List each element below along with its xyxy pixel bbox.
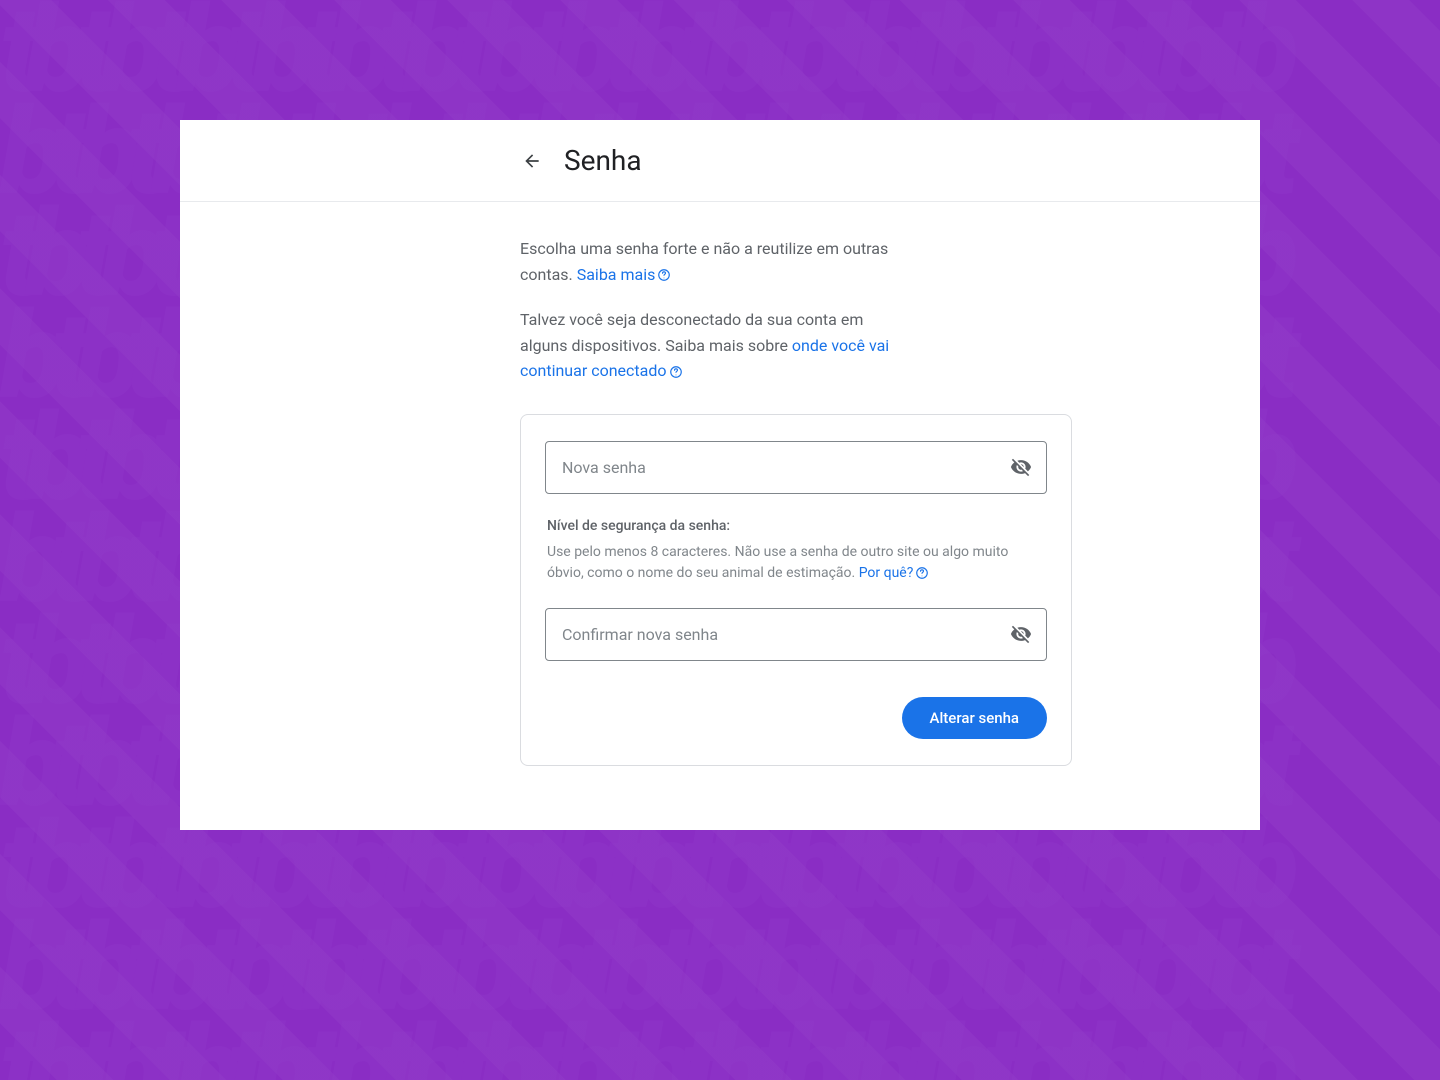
description-line-2: Talvez você seja desconectado da sua con… [520,307,890,384]
description-text-1: Escolha uma senha forte e não a reutiliz… [520,239,888,284]
button-row: Alterar senha [545,697,1047,739]
eye-off-icon [1010,456,1032,478]
change-password-button[interactable]: Alterar senha [902,697,1047,739]
new-password-wrapper [545,441,1047,494]
password-settings-panel: Senha Escolha uma senha forte e não a re… [180,120,1260,830]
confirm-password-wrapper [545,608,1047,661]
toggle-confirm-password-visibility[interactable] [1009,622,1033,646]
back-button[interactable] [520,149,544,173]
learn-more-link[interactable]: Saiba mais [577,265,672,284]
help-icon [657,268,671,282]
confirm-password-input[interactable] [545,608,1047,661]
strength-title: Nível de segurança da senha: [547,518,1045,534]
description-line-1: Escolha uma senha forte e não a reutiliz… [520,236,890,287]
help-icon [669,365,683,379]
password-strength-section: Nível de segurança da senha: Use pelo me… [545,518,1047,584]
password-form-card: Nível de segurança da senha: Use pelo me… [520,414,1072,766]
new-password-input[interactable] [545,441,1047,494]
page-header: Senha [180,120,1260,202]
page-title: Senha [564,144,642,177]
why-link[interactable]: Por quê? [859,565,930,581]
content-area: Escolha uma senha forte e não a reutiliz… [180,202,1080,766]
eye-off-icon [1010,623,1032,645]
strength-description: Use pelo menos 8 caracteres. Não use a s… [547,542,1045,584]
toggle-new-password-visibility[interactable] [1009,455,1033,479]
arrow-left-icon [522,151,542,171]
help-icon [915,566,929,580]
